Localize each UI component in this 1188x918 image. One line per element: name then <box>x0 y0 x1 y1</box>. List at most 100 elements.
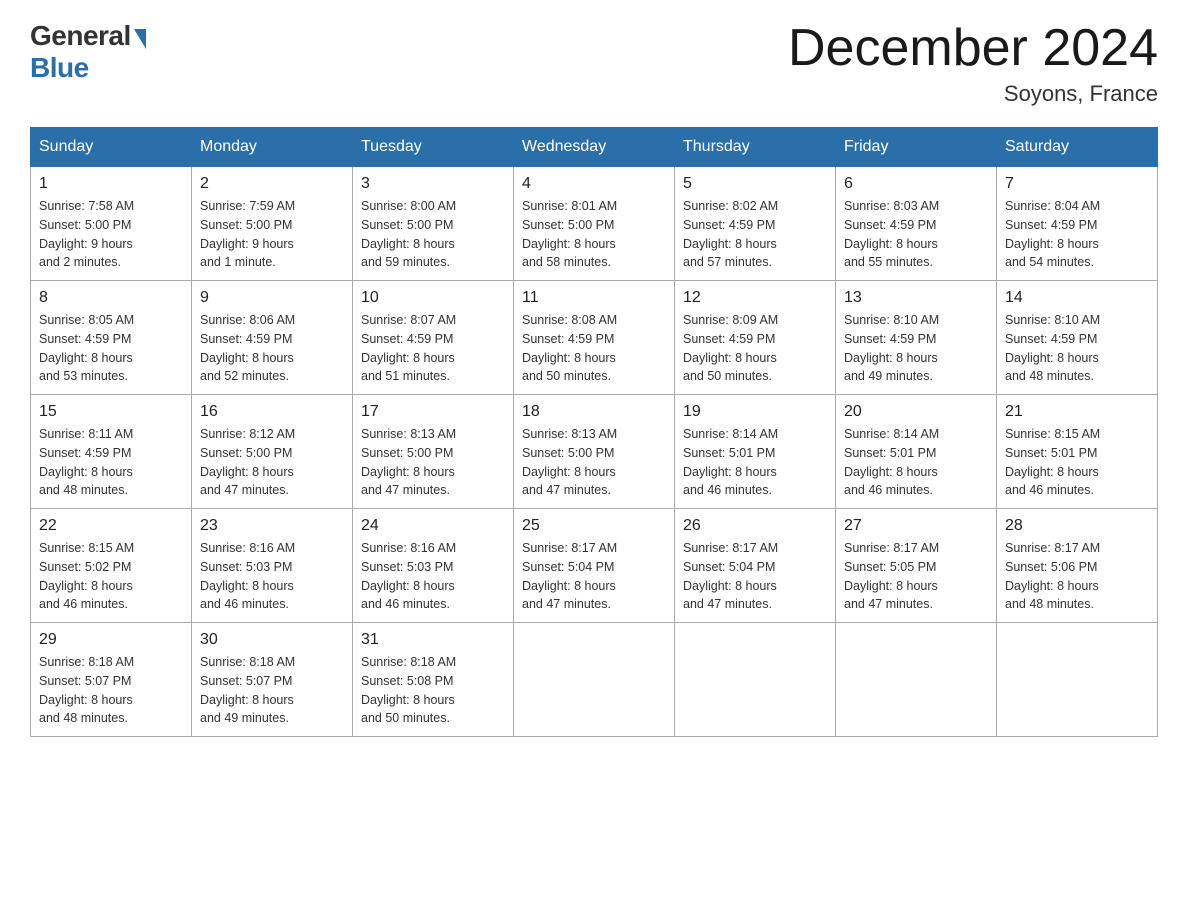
day-info: Sunrise: 8:10 AMSunset: 4:59 PMDaylight:… <box>1005 311 1149 386</box>
day-number: 2 <box>200 175 344 193</box>
column-header-saturday: Saturday <box>997 128 1158 167</box>
day-number: 31 <box>361 631 505 649</box>
calendar-cell: 27 Sunrise: 8:17 AMSunset: 5:05 PMDayligh… <box>836 509 997 623</box>
day-number: 17 <box>361 403 505 421</box>
day-info: Sunrise: 8:15 AMSunset: 5:01 PMDaylight:… <box>1005 425 1149 500</box>
calendar-cell: 29Sunrise: 8:18 AMSunset: 5:07 PMDayligh… <box>31 623 192 737</box>
day-number: 27 <box>844 517 988 535</box>
calendar-cell <box>836 623 997 737</box>
day-number: 10 <box>361 289 505 307</box>
day-info: Sunrise: 8:16 AMSunset: 5:03 PMDaylight:… <box>200 539 344 614</box>
calendar-cell: 14Sunrise: 8:10 AMSunset: 4:59 PMDayligh… <box>997 281 1158 395</box>
day-info: Sunrise: 8:17 AMSunset: 5:04 PMDaylight:… <box>522 539 666 614</box>
column-header-friday: Friday <box>836 128 997 167</box>
calendar-cell: 1 Sunrise: 7:58 AMSunset: 5:00 PMDaylight… <box>31 167 192 281</box>
day-info: Sunrise: 8:18 AMSunset: 5:08 PMDaylight:… <box>361 653 505 728</box>
column-header-tuesday: Tuesday <box>353 128 514 167</box>
week-row-1: 1 Sunrise: 7:58 AMSunset: 5:00 PMDaylight… <box>31 167 1158 281</box>
calendar-cell: 26Sunrise: 8:17 AMSunset: 5:04 PMDayligh… <box>675 509 836 623</box>
week-row-3: 15 Sunrise: 8:11 AMSunset: 4:59 PMDayligh… <box>31 395 1158 509</box>
day-info: Sunrise: 8:00 AMSunset: 5:00 PMDaylight:… <box>361 197 505 272</box>
day-number: 1 <box>39 175 183 193</box>
logo-general-text: General <box>30 20 131 52</box>
calendar-cell: 25 Sunrise: 8:17 AMSunset: 5:04 PMDayligh… <box>514 509 675 623</box>
column-header-sunday: Sunday <box>31 128 192 167</box>
calendar-cell <box>514 623 675 737</box>
location: Soyons, France <box>788 81 1158 107</box>
day-number: 15 <box>39 403 183 421</box>
day-number: 7 <box>1005 175 1149 193</box>
calendar-cell: 19 Sunrise: 8:14 AMSunset: 5:01 PMDayligh… <box>675 395 836 509</box>
calendar-cell: 30Sunrise: 8:18 AMSunset: 5:07 PMDayligh… <box>192 623 353 737</box>
day-info: Sunrise: 8:18 AMSunset: 5:07 PMDaylight:… <box>200 653 344 728</box>
page-header: General Blue December 2024 Soyons, Franc… <box>30 20 1158 107</box>
day-number: 9 <box>200 289 344 307</box>
calendar-cell: 16 Sunrise: 8:12 AMSunset: 5:00 PMDayligh… <box>192 395 353 509</box>
day-number: 6 <box>844 175 988 193</box>
logo: General Blue <box>30 20 146 84</box>
day-info: Sunrise: 8:14 AMSunset: 5:01 PMDaylight:… <box>683 425 827 500</box>
day-info: Sunrise: 8:13 AMSunset: 5:00 PMDaylight:… <box>522 425 666 500</box>
calendar-cell: 3 Sunrise: 8:00 AMSunset: 5:00 PMDaylight… <box>353 167 514 281</box>
day-info: Sunrise: 8:17 AMSunset: 5:06 PMDaylight:… <box>1005 539 1149 614</box>
calendar-cell: 10 Sunrise: 8:07 AMSunset: 4:59 PMDayligh… <box>353 281 514 395</box>
calendar-cell: 17Sunrise: 8:13 AMSunset: 5:00 PMDayligh… <box>353 395 514 509</box>
day-number: 4 <box>522 175 666 193</box>
calendar-cell: 11 Sunrise: 8:08 AMSunset: 4:59 PMDayligh… <box>514 281 675 395</box>
day-info: Sunrise: 8:01 AMSunset: 5:00 PMDaylight:… <box>522 197 666 272</box>
calendar-cell: 8Sunrise: 8:05 AMSunset: 4:59 PMDaylight… <box>31 281 192 395</box>
day-info: Sunrise: 8:05 AMSunset: 4:59 PMDaylight:… <box>39 311 183 386</box>
day-info: Sunrise: 8:08 AMSunset: 4:59 PMDaylight:… <box>522 311 666 386</box>
day-number: 18 <box>522 403 666 421</box>
day-info: Sunrise: 8:17 AMSunset: 5:05 PMDaylight:… <box>844 539 988 614</box>
title-section: December 2024 Soyons, France <box>788 20 1158 107</box>
calendar-table: SundayMondayTuesdayWednesdayThursdayFrid… <box>30 127 1158 737</box>
day-info: Sunrise: 8:06 AMSunset: 4:59 PMDaylight:… <box>200 311 344 386</box>
day-number: 25 <box>522 517 666 535</box>
day-info: Sunrise: 8:04 AMSunset: 4:59 PMDaylight:… <box>1005 197 1149 272</box>
day-number: 28 <box>1005 517 1149 535</box>
day-number: 3 <box>361 175 505 193</box>
column-header-thursday: Thursday <box>675 128 836 167</box>
calendar-cell: 24Sunrise: 8:16 AMSunset: 5:03 PMDayligh… <box>353 509 514 623</box>
calendar-cell: 15 Sunrise: 8:11 AMSunset: 4:59 PMDayligh… <box>31 395 192 509</box>
calendar-cell: 5Sunrise: 8:02 AMSunset: 4:59 PMDaylight… <box>675 167 836 281</box>
day-number: 22 <box>39 517 183 535</box>
calendar-cell: 31 Sunrise: 8:18 AMSunset: 5:08 PMDayligh… <box>353 623 514 737</box>
calendar-cell: 13Sunrise: 8:10 AMSunset: 4:59 PMDayligh… <box>836 281 997 395</box>
month-title: December 2024 <box>788 20 1158 77</box>
column-header-monday: Monday <box>192 128 353 167</box>
day-info: Sunrise: 8:02 AMSunset: 4:59 PMDaylight:… <box>683 197 827 272</box>
day-info: Sunrise: 7:58 AMSunset: 5:00 PMDaylight:… <box>39 197 183 272</box>
week-row-4: 22 Sunrise: 8:15 AMSunset: 5:02 PMDayligh… <box>31 509 1158 623</box>
day-number: 24 <box>361 517 505 535</box>
day-number: 23 <box>200 517 344 535</box>
day-info: Sunrise: 8:07 AMSunset: 4:59 PMDaylight:… <box>361 311 505 386</box>
day-info: Sunrise: 8:15 AMSunset: 5:02 PMDaylight:… <box>39 539 183 614</box>
day-info: Sunrise: 8:03 AMSunset: 4:59 PMDaylight:… <box>844 197 988 272</box>
calendar-cell: 4 Sunrise: 8:01 AMSunset: 5:00 PMDaylight… <box>514 167 675 281</box>
day-number: 16 <box>200 403 344 421</box>
logo-triangle-icon <box>134 29 146 49</box>
calendar-cell: 21 Sunrise: 8:15 AMSunset: 5:01 PMDayligh… <box>997 395 1158 509</box>
day-number: 20 <box>844 403 988 421</box>
day-number: 21 <box>1005 403 1149 421</box>
day-number: 11 <box>522 289 666 307</box>
week-row-5: 29Sunrise: 8:18 AMSunset: 5:07 PMDayligh… <box>31 623 1158 737</box>
day-info: Sunrise: 8:17 AMSunset: 5:04 PMDaylight:… <box>683 539 827 614</box>
header-row: SundayMondayTuesdayWednesdayThursdayFrid… <box>31 128 1158 167</box>
day-info: Sunrise: 8:12 AMSunset: 5:00 PMDaylight:… <box>200 425 344 500</box>
day-info: Sunrise: 7:59 AMSunset: 5:00 PMDaylight:… <box>200 197 344 272</box>
day-info: Sunrise: 8:09 AMSunset: 4:59 PMDaylight:… <box>683 311 827 386</box>
calendar-cell: 28 Sunrise: 8:17 AMSunset: 5:06 PMDayligh… <box>997 509 1158 623</box>
calendar-cell <box>675 623 836 737</box>
day-info: Sunrise: 8:14 AMSunset: 5:01 PMDaylight:… <box>844 425 988 500</box>
day-info: Sunrise: 8:18 AMSunset: 5:07 PMDaylight:… <box>39 653 183 728</box>
day-info: Sunrise: 8:11 AMSunset: 4:59 PMDaylight:… <box>39 425 183 500</box>
calendar-cell: 2 Sunrise: 7:59 AMSunset: 5:00 PMDaylight… <box>192 167 353 281</box>
calendar-cell: 7 Sunrise: 8:04 AMSunset: 4:59 PMDaylight… <box>997 167 1158 281</box>
day-number: 19 <box>683 403 827 421</box>
day-info: Sunrise: 8:10 AMSunset: 4:59 PMDaylight:… <box>844 311 988 386</box>
logo-blue-text: Blue <box>30 52 89 84</box>
calendar-cell: 23 Sunrise: 8:16 AMSunset: 5:03 PMDayligh… <box>192 509 353 623</box>
